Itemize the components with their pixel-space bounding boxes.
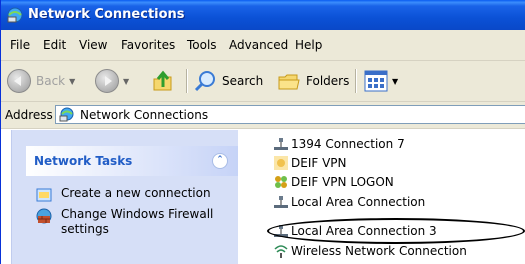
toolbar: Back ▼ ▼ Search Folders ▼ [1,61,525,102]
back-arrow-icon [7,69,31,93]
firewall-icon [36,208,52,224]
views-dropdown-icon[interactable]: ▼ [392,77,398,86]
menu-file[interactable]: File [10,38,30,52]
up-button[interactable] [151,67,175,95]
connection-label: Local Area Connection 3 [291,224,437,238]
up-folder-icon [153,70,172,91]
task-create-connection[interactable]: Create a new connection [36,186,211,203]
menu-tools[interactable]: Tools [187,38,217,52]
wireless-icon [274,245,288,258]
folders-label: Folders [306,74,350,88]
connection-label: 1394 Connection 7 [291,137,405,151]
address-label: Address [5,108,53,122]
connection-item-1394[interactable]: 1394 Connection 7 [273,136,405,152]
views-button[interactable]: ▼ [364,67,398,95]
menu-favorites[interactable]: Favorites [121,38,175,52]
address-value: Network Connections [80,108,209,122]
connection-label: DEIF VPN LOGON [291,175,394,189]
window-title: Network Connections [28,7,185,22]
back-label: Back [36,74,66,88]
network-tasks-title: Network Tasks [34,154,133,168]
menu-help[interactable]: Help [295,38,322,52]
connection-item-local-area[interactable]: Local Area Connection [273,194,425,210]
back-dropdown-icon[interactable]: ▼ [69,77,75,86]
views-icon [364,70,388,92]
network-tasks-header[interactable]: Network Tasks ˆ [26,146,238,176]
folders-icon [278,74,300,90]
explorer-window: Network Connections File Edit View Favor… [0,0,525,264]
connection-item-deif-vpn[interactable]: DEIF VPN [273,155,347,171]
menu-edit[interactable]: Edit [43,38,66,52]
forward-button[interactable]: ▼ [95,67,129,95]
search-icon [194,71,215,92]
back-button[interactable]: Back ▼ [7,67,75,95]
network-connections-icon [7,7,23,23]
connection-item-local-area-3[interactable]: Local Area Connection 3 [273,223,437,239]
search-button[interactable]: Search [193,67,263,95]
new-connection-icon [36,188,52,202]
lan-icon [274,138,288,150]
connection-label: Local Area Connection [291,195,426,209]
task-label: Create a new connection [61,186,211,200]
address-bar: Address Network Connections [1,102,525,129]
menu-advanced[interactable]: Advanced [229,38,288,52]
connection-item-wireless[interactable]: Wireless Network Connection [273,243,467,259]
task-label: Change Windows Firewall settings [61,207,214,236]
lan-icon [274,225,288,237]
menu-bar: File Edit View Favorites Tools Advanced … [1,30,525,61]
task-change-firewall[interactable]: Change Windows Firewall settings [36,207,226,237]
toolbar-separator [186,69,188,93]
forward-arrow-icon [95,69,119,93]
lan-icon [274,196,288,208]
vpn-logon-icon [275,176,287,188]
folders-button[interactable]: Folders [277,67,349,95]
connection-label: DEIF VPN [291,156,347,170]
search-label: Search [222,74,264,88]
network-tasks-list: Create a new connection Change Windows F… [26,176,238,264]
vpn-icon [274,156,288,170]
connection-item-deif-vpn-logon[interactable]: DEIF VPN LOGON [273,174,394,190]
collapse-chevron-icon[interactable]: ˆ [212,153,228,169]
forward-dropdown-icon[interactable]: ▼ [123,77,129,86]
title-bar[interactable]: Network Connections [1,0,525,30]
toolbar-separator [355,69,357,93]
network-connections-icon [59,107,74,122]
address-field[interactable]: Network Connections [55,105,525,124]
connection-label: Wireless Network Connection [291,244,467,258]
menu-view[interactable]: View [79,38,107,52]
